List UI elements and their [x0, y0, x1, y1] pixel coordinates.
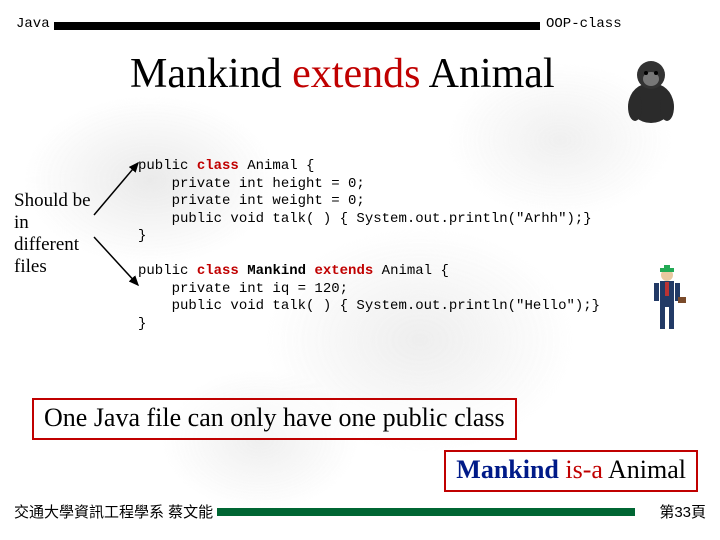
businessman-icon — [646, 265, 688, 333]
header-rule — [40, 22, 610, 30]
code-line-1: public class Animal { — [138, 158, 314, 174]
header-left-label: Java — [12, 16, 54, 32]
code-line-2: private int height = 0; — [138, 176, 365, 192]
isa-is-a: is-a — [559, 455, 603, 484]
code-block: public class Animal { private int height… — [138, 158, 600, 333]
code-line-3: private int weight = 0; — [138, 193, 365, 209]
gorilla-icon — [617, 55, 685, 125]
callout-one-public-class: One Java file can only have one public c… — [32, 398, 517, 440]
callout-is-a: Mankind is-a Animal — [444, 450, 698, 492]
slide-title: Mankind extends Animal — [130, 50, 555, 98]
isa-animal: Animal — [603, 455, 686, 484]
code-line-10: } — [138, 316, 146, 332]
title-word-mankind: Mankind — [130, 51, 292, 97]
title-word-extends: extends — [292, 51, 420, 97]
code-line-4: public void talk( ) { System.out.println… — [138, 211, 592, 227]
footer-page-number: 第33頁 — [655, 501, 706, 522]
isa-mankind: Mankind — [456, 455, 559, 484]
code-line-8: private int iq = 120; — [138, 281, 348, 297]
code-line-9: public void talk( ) { System.out.println… — [138, 298, 600, 314]
title-word-animal: Animal — [420, 51, 554, 97]
footer-left: 交通大學資訊工程學系 蔡文能 — [14, 501, 217, 522]
code-line-7: public class Mankind extends Animal { — [138, 263, 449, 279]
footer-rule — [205, 508, 635, 516]
code-line-5: } — [138, 228, 146, 244]
note-different-files: Should be in different files — [14, 190, 96, 277]
header-right-label: OOP-class — [540, 16, 628, 32]
